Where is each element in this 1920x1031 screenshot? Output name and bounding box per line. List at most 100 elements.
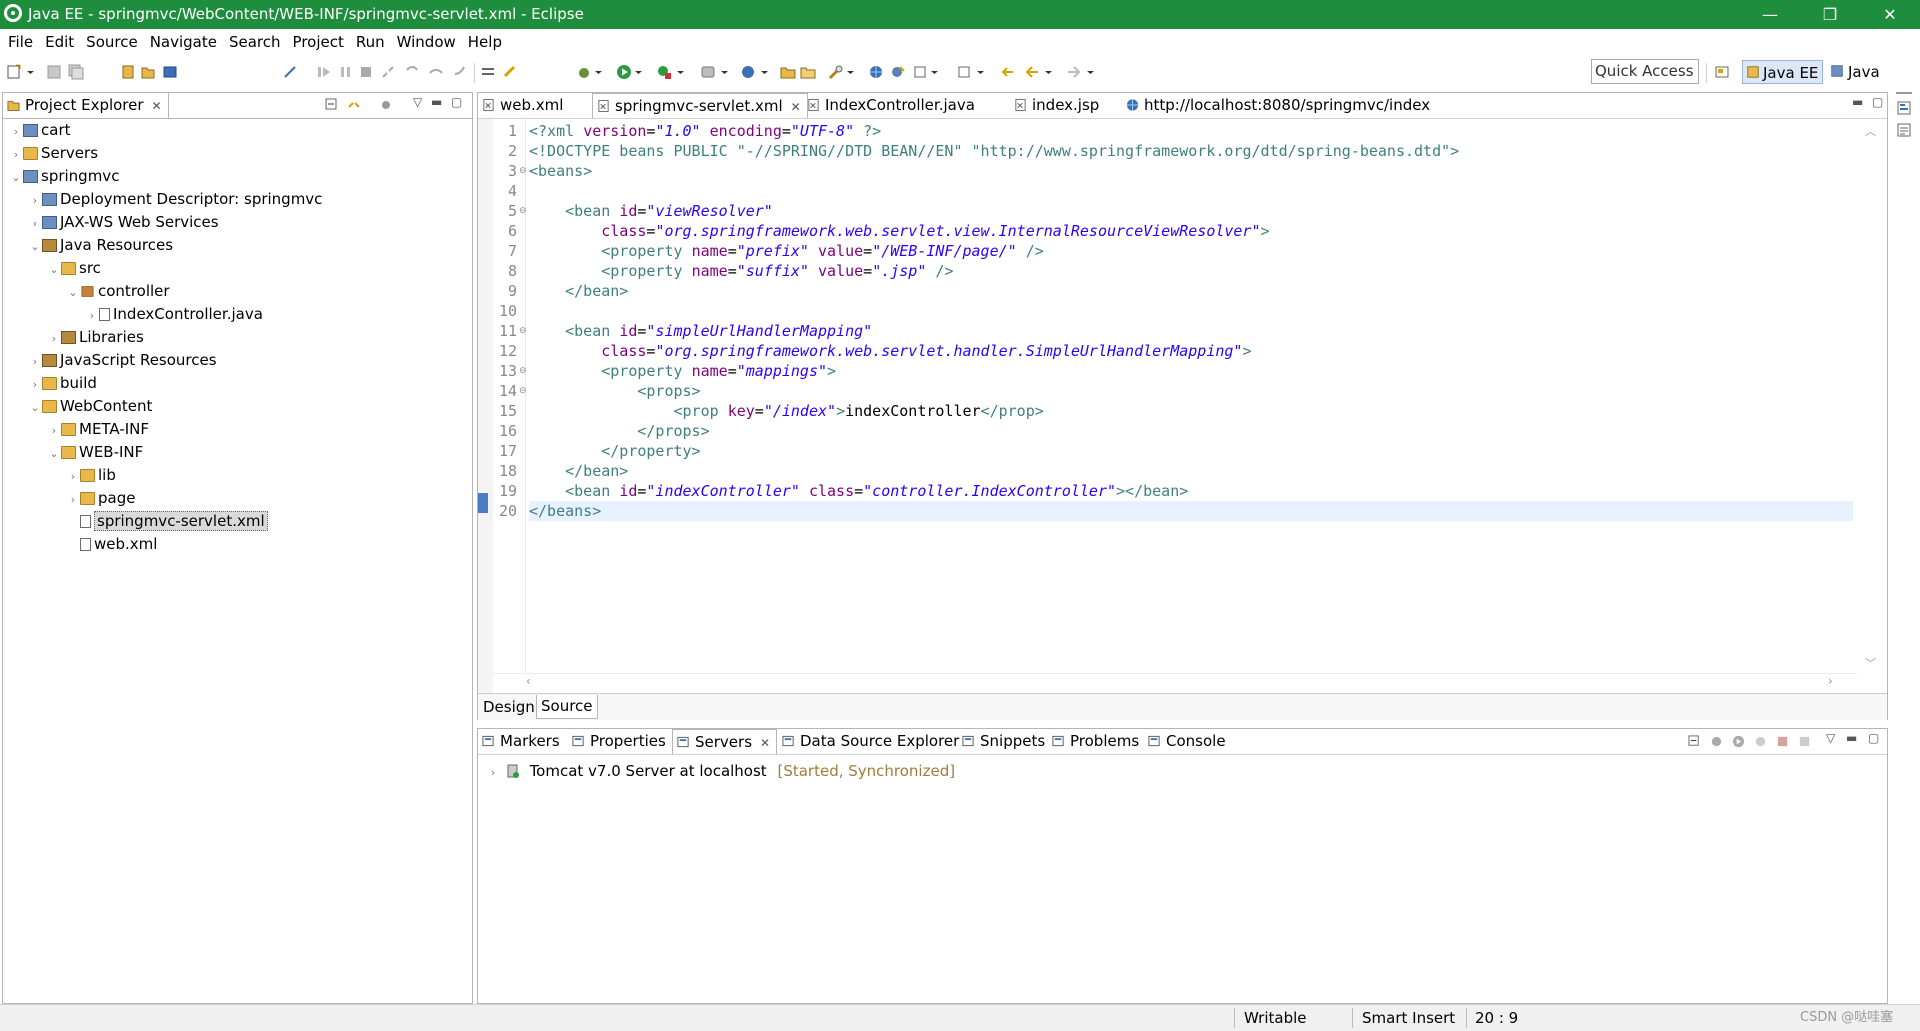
last-edit-icon[interactable] [1000, 64, 1016, 80]
code-line[interactable]: <bean id="simpleUrlHandlerMapping" [529, 321, 1853, 341]
tree-item[interactable]: springmvc-servlet.xml [66, 510, 268, 532]
step-over-icon[interactable] [428, 64, 444, 80]
minimize-view-icon[interactable]: ▬ [431, 95, 442, 109]
outline-view-icon[interactable] [1896, 100, 1912, 116]
code-line[interactable] [529, 181, 1853, 201]
minimize-button[interactable]: — [1740, 0, 1800, 29]
fold-toggle-icon[interactable]: ⊖ [519, 161, 527, 181]
tree-item[interactable]: › cart [9, 119, 71, 141]
tree-item[interactable]: › IndexController.java [85, 303, 263, 325]
scroll-down-icon[interactable]: ﹀ [1865, 655, 1876, 671]
expand-twisty-icon[interactable]: › [9, 144, 23, 166]
view-menu-chevron-icon[interactable]: ▽ [413, 95, 422, 109]
external-tools-dropdown-icon[interactable] [676, 64, 685, 80]
perspective-java-button[interactable]: Java [1828, 60, 1880, 84]
forward-icon[interactable] [1066, 64, 1082, 80]
code-line[interactable] [529, 301, 1853, 321]
new-icon[interactable] [6, 64, 22, 80]
code-line[interactable]: <props> [529, 381, 1853, 401]
publish-server-icon[interactable] [1798, 735, 1811, 748]
expand-twisty-icon[interactable]: › [28, 374, 42, 396]
code-line[interactable]: </bean> [529, 461, 1853, 481]
tree-item[interactable]: › JAX-WS Web Services [28, 211, 219, 233]
minimize-panel-icon[interactable]: ▬ [1846, 731, 1857, 745]
code-line[interactable]: <?xml version="1.0" encoding="UTF-8" ?> [529, 121, 1853, 141]
code-line[interactable]: <property name="prefix" value="/WEB-INF/… [529, 241, 1853, 261]
resume-icon[interactable] [316, 64, 332, 80]
new-server-dropdown-icon[interactable] [720, 64, 729, 80]
fold-toggle-icon[interactable]: ⊖ [519, 321, 527, 341]
search-dropdown-icon[interactable] [846, 64, 855, 80]
menu-project[interactable]: Project [287, 29, 350, 55]
back-icon[interactable] [1024, 64, 1040, 80]
menu-search[interactable]: Search [223, 29, 287, 55]
bottom-tab-servers[interactable]: Servers ✕ [672, 729, 778, 754]
disconnect-icon[interactable] [380, 64, 396, 80]
code-line[interactable]: <beans> [529, 161, 1853, 181]
tree-item[interactable]: › build [28, 372, 97, 394]
collapse-twisty-icon[interactable]: ⌄ [28, 397, 42, 419]
tab-source[interactable]: Source [536, 695, 598, 719]
expand-twisty-icon[interactable]: › [28, 351, 42, 373]
new-dropdown-icon[interactable] [26, 64, 35, 80]
search-icon[interactable] [828, 64, 844, 80]
code-line[interactable]: <bean id="viewResolver" [529, 201, 1853, 221]
tree-item[interactable]: ⌄ src [47, 257, 101, 279]
tree-item[interactable]: web.xml [66, 533, 157, 555]
fold-toggle-icon[interactable]: ⊖ [519, 201, 527, 221]
code-line[interactable]: class="org.springframework.web.servlet.v… [529, 221, 1853, 241]
bottom-tab-problems[interactable]: Problems [1048, 729, 1145, 754]
scroll-left-icon[interactable]: ‹ [526, 674, 531, 688]
menu-help[interactable]: Help [462, 29, 508, 55]
tab-design[interactable]: Design [483, 696, 535, 718]
debug-server-icon[interactable] [1710, 735, 1723, 748]
server-row[interactable]: › Tomcat v7.0 Server at localhost [Start… [486, 760, 955, 782]
step-into-icon[interactable] [404, 64, 420, 80]
open-perspective-icon[interactable] [1714, 64, 1730, 80]
terminate-icon[interactable] [358, 64, 374, 80]
next-annotation-dropdown-icon[interactable] [930, 64, 939, 80]
save-icon[interactable] [46, 64, 62, 80]
open-resource-icon[interactable] [140, 64, 156, 80]
expand-twisty-icon[interactable]: › [66, 489, 80, 511]
tree-item[interactable]: ⌄ WebContent [28, 395, 152, 417]
forward-dropdown-icon[interactable] [1086, 64, 1095, 80]
code-line[interactable]: </property> [529, 441, 1853, 461]
code-line[interactable]: <bean id="indexController" class="contro… [529, 481, 1853, 501]
annotation-icon[interactable] [912, 64, 928, 80]
new-web-service-icon[interactable] [740, 64, 756, 80]
expand-twisty-icon[interactable]: › [66, 466, 80, 488]
close-window-button[interactable]: ✕ [1860, 0, 1920, 29]
expand-twisty-icon[interactable]: › [47, 328, 61, 350]
menu-run[interactable]: Run [350, 29, 391, 55]
editor-tab[interactable]: web.xml [478, 93, 569, 118]
tab-project-explorer[interactable]: Project Explorer ✕ [3, 93, 169, 118]
view-menu-icon[interactable] [379, 98, 393, 112]
restore-button[interactable]: ❐ [1800, 0, 1860, 29]
bottom-tab-data-source-explorer[interactable]: Data Source Explorer [778, 729, 965, 754]
tree-item[interactable]: ⌄ springmvc [9, 165, 119, 187]
menu-navigate[interactable]: Navigate [144, 29, 223, 55]
tree-item[interactable]: › lib [66, 464, 116, 486]
debug-dropdown-icon[interactable] [594, 64, 603, 80]
new-server-icon[interactable] [700, 64, 716, 80]
code-line[interactable]: <prop key="/index">indexController</prop… [529, 401, 1853, 421]
tree-item[interactable]: › Servers [9, 142, 98, 164]
scroll-up-icon[interactable]: ︿ [1865, 123, 1876, 139]
collapse-twisty-icon[interactable]: ⌄ [28, 236, 42, 258]
console-icon[interactable] [162, 64, 178, 80]
collapse-servers-icon[interactable] [1688, 735, 1701, 748]
bottom-tab-properties[interactable]: Properties [568, 729, 672, 754]
tree-item[interactable]: › JavaScript Resources [28, 349, 217, 371]
prev-annotation-icon[interactable] [956, 64, 972, 80]
globe-icon[interactable] [868, 64, 884, 80]
tree-item[interactable]: ⌄ Java Resources [28, 234, 173, 256]
skip-breakpoints-icon[interactable] [282, 64, 298, 80]
web-browser-icon[interactable] [890, 64, 906, 80]
bottom-tab-snippets[interactable]: Snippets [958, 729, 1051, 754]
expand-twisty-icon[interactable]: › [28, 190, 42, 212]
tree-item[interactable]: › Libraries [47, 326, 144, 348]
run-dropdown-icon[interactable] [634, 64, 643, 80]
task-list-icon[interactable] [1896, 122, 1912, 138]
editor-tab[interactable]: http://localhost:8080/springmvc/index [1122, 93, 1436, 118]
